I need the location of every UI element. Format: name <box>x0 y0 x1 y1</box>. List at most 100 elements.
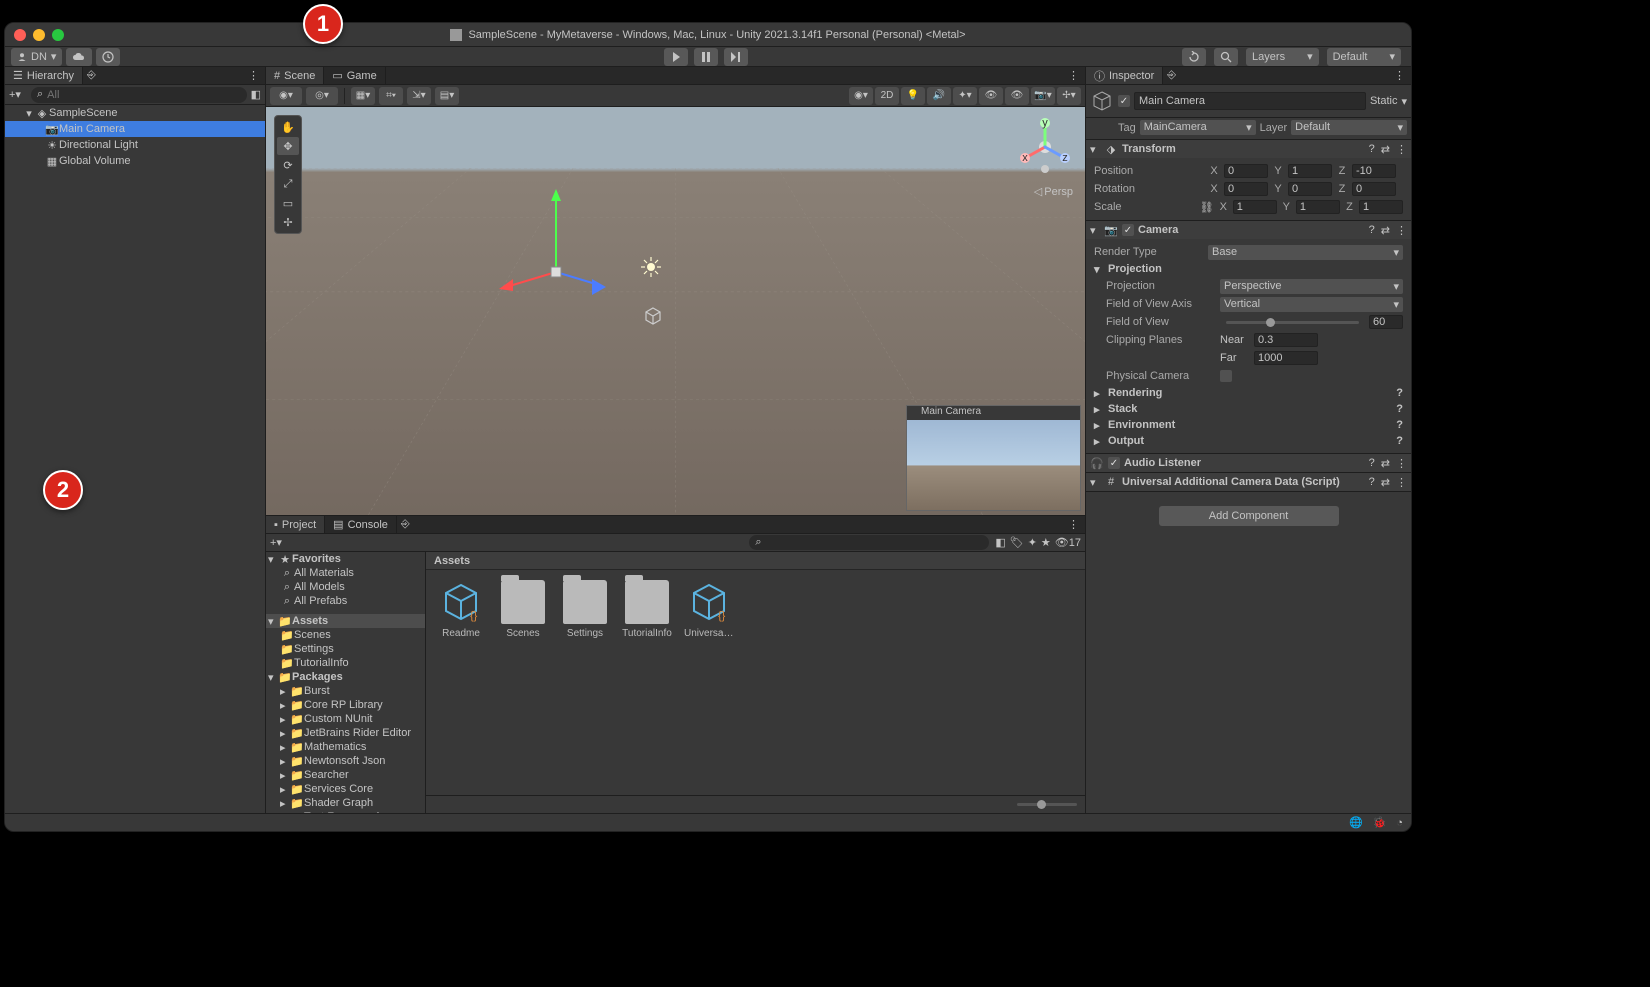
tag-dropdown[interactable]: MainCamera ▾ <box>1140 120 1256 135</box>
position-y[interactable] <box>1288 164 1332 178</box>
layout-dropdown[interactable]: Default ▾ <box>1327 48 1401 66</box>
step-button[interactable] <box>724 48 748 66</box>
shading-mode-dropdown[interactable]: ◎▾ <box>306 87 338 105</box>
tab-project[interactable]: ▪ Project <box>266 516 325 533</box>
assets-settings[interactable]: 📁Settings <box>266 642 425 656</box>
preset-icon[interactable]: ⇄ <box>1381 143 1390 156</box>
camera-preview[interactable]: Main Camera <box>906 405 1081 511</box>
stack-section[interactable]: ▸Stack? <box>1094 401 1403 417</box>
tab-inspector[interactable]: ⓘ Inspector <box>1086 67 1163 84</box>
constrain-scale-icon[interactable]: ⛓ <box>1200 201 1214 214</box>
orientation-gizmo[interactable]: y x z <box>1015 117 1075 177</box>
tab-scene[interactable]: # Scene <box>266 67 324 84</box>
status-debug-icon[interactable]: 🐞 <box>1373 816 1387 829</box>
project-breadcrumb[interactable]: Assets <box>426 552 1085 570</box>
hierarchy-search[interactable]: ⌕ <box>31 87 247 103</box>
hierarchy-filter-button[interactable]: ◧ <box>251 88 261 101</box>
fov-value[interactable] <box>1369 315 1403 329</box>
project-lock-icon[interactable]: ⎆ <box>397 516 414 533</box>
project-menu-button[interactable]: ⋮ <box>1062 516 1085 533</box>
viewport-menu-button[interactable]: ⋮ <box>1062 67 1085 84</box>
help-icon[interactable]: ? <box>1369 143 1375 156</box>
gameobject-name-input[interactable] <box>1134 92 1366 110</box>
fold-icon[interactable]: ▾ <box>23 107 35 120</box>
pkg-shader-graph[interactable]: ▸📁Shader Graph <box>266 796 425 810</box>
rendering-section[interactable]: ▸Rendering? <box>1094 385 1403 401</box>
hierarchy-menu-button[interactable]: ⋮ <box>242 67 265 84</box>
pkg-custom-nunit[interactable]: ▸📁Custom NUnit <box>266 712 425 726</box>
move-tool[interactable]: ✥ <box>277 137 299 155</box>
component-menu-icon[interactable]: ⋮ <box>1396 476 1407 489</box>
project-search-input[interactable] <box>761 537 983 549</box>
position-x[interactable] <box>1224 164 1268 178</box>
tab-hierarchy[interactable]: ☰ Hierarchy <box>5 67 83 84</box>
pkg-mathematics[interactable]: ▸📁Mathematics <box>266 740 425 754</box>
assets-tutorialinfo[interactable]: 📁TutorialInfo <box>266 656 425 670</box>
hierarchy-create-button[interactable]: +▾ <box>9 88 27 101</box>
projection-dropdown[interactable]: Perspective▾ <box>1220 279 1403 294</box>
static-dropdown[interactable]: ▾ <box>1401 95 1407 108</box>
help-icon[interactable]: ? <box>1396 419 1403 431</box>
grid-toggle[interactable]: ▦▾ <box>351 87 375 105</box>
snap-toggle[interactable]: ⌗▾ <box>379 87 403 105</box>
scale-y[interactable] <box>1296 200 1340 214</box>
project-search[interactable]: ⌕ <box>749 535 989 550</box>
thumbnail-size-slider[interactable] <box>1017 803 1077 806</box>
asset-scenes[interactable]: Scenes <box>498 580 548 639</box>
pkg-burst[interactable]: ▸📁Burst <box>266 684 425 698</box>
physical-camera-checkbox[interactable] <box>1220 370 1232 382</box>
preset-icon[interactable]: ⇄ <box>1381 476 1390 489</box>
urp-camera-header[interactable]: ▾ # Universal Additional Camera Data (Sc… <box>1086 473 1411 491</box>
status-play-icon[interactable]: 🌐 <box>1349 816 1363 829</box>
assets-scenes[interactable]: 📁Scenes <box>266 628 425 642</box>
help-icon[interactable]: ? <box>1396 403 1403 415</box>
audio-listener-header[interactable]: 🎧 Audio Listener ?⇄⋮ <box>1086 454 1411 472</box>
transform-tool[interactable]: ✢ <box>277 213 299 231</box>
rotation-z[interactable] <box>1352 182 1396 196</box>
save-search-button[interactable]: ✦ <box>1028 536 1037 549</box>
audio-listener-enabled-checkbox[interactable] <box>1108 457 1120 469</box>
gameobject-icon[interactable] <box>1090 89 1114 113</box>
tab-game[interactable]: ▭ Game <box>324 67 385 84</box>
move-gizmo[interactable] <box>491 187 621 307</box>
fov-slider[interactable] <box>1226 321 1359 324</box>
add-component-button[interactable]: Add Component <box>1159 506 1339 526</box>
hierarchy-item-global-volume[interactable]: ▦ Global Volume <box>5 153 265 169</box>
fav-all-materials[interactable]: ⌕All Materials <box>266 566 425 580</box>
hierarchy-scene-row[interactable]: ▾ ◈ SampleScene <box>5 105 265 121</box>
rotation-y[interactable] <box>1288 182 1332 196</box>
gameobject-active-checkbox[interactable] <box>1118 95 1130 107</box>
preset-icon[interactable]: ⇄ <box>1381 457 1390 470</box>
help-icon[interactable]: ? <box>1396 435 1403 447</box>
filter-by-type-button[interactable]: ◧ <box>995 536 1005 549</box>
account-dropdown[interactable]: DN▾ <box>11 48 62 66</box>
hidden-items-button[interactable]: 👁17 <box>1055 536 1081 549</box>
help-icon[interactable]: ? <box>1369 476 1375 489</box>
asset-universal-rp[interactable]: {} UniversalR... <box>684 580 734 639</box>
scene-viewport[interactable]: ✋ ✥ ⟳ ⤢ ▭ ✢ y x z <box>266 107 1085 515</box>
pkg-services-core[interactable]: ▸📁Services Core <box>266 782 425 796</box>
project-create-button[interactable]: +▾ <box>270 536 282 549</box>
visibility-toggle[interactable]: 👁 <box>979 87 1003 105</box>
increment-toggle[interactable]: ⇲▾ <box>407 87 431 105</box>
help-icon[interactable]: ? <box>1369 457 1375 470</box>
status-progress-icon[interactable]: ◔ <box>1396 817 1403 829</box>
transform-header[interactable]: ▾ ⬗ Transform ?⇄⋮ <box>1086 140 1411 158</box>
component-menu-icon[interactable]: ⋮ <box>1396 143 1407 156</box>
scale-z[interactable] <box>1359 200 1403 214</box>
asset-settings[interactable]: Settings <box>560 580 610 639</box>
fov-axis-dropdown[interactable]: Vertical▾ <box>1220 297 1403 312</box>
lighting-toggle[interactable]: 💡 <box>901 87 925 105</box>
help-icon[interactable]: ? <box>1369 224 1375 237</box>
rotation-x[interactable] <box>1224 182 1268 196</box>
scale-x[interactable] <box>1233 200 1277 214</box>
2d-toggle[interactable]: 2D <box>875 87 899 105</box>
pkg-searcher[interactable]: ▸📁Searcher <box>266 768 425 782</box>
cloud-button[interactable] <box>66 48 92 66</box>
search-button[interactable] <box>1214 48 1238 66</box>
output-section[interactable]: ▸Output? <box>1094 433 1403 449</box>
projection-label[interactable]: ◁Persp <box>1034 185 1073 198</box>
undo-history-button[interactable] <box>1182 48 1206 66</box>
pkg-rider[interactable]: ▸📁JetBrains Rider Editor <box>266 726 425 740</box>
hierarchy-search-input[interactable] <box>47 89 240 101</box>
